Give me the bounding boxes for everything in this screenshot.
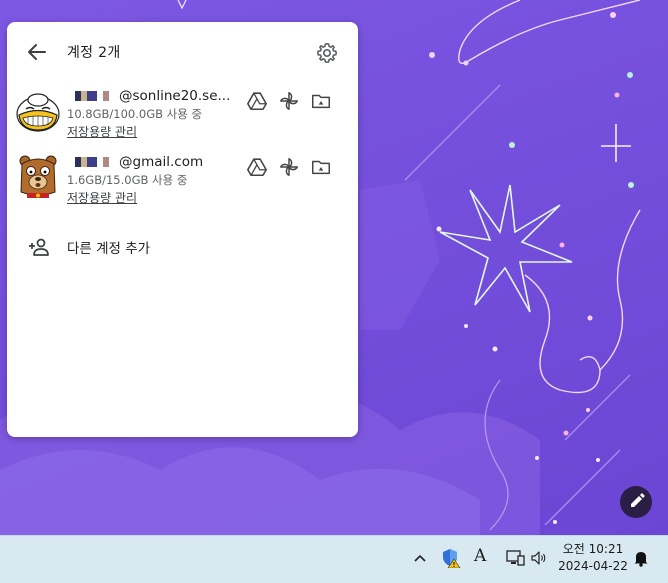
panel-title: 계정 2개 bbox=[67, 45, 121, 61]
drive-icon bbox=[247, 158, 267, 177]
speaker-icon bbox=[531, 551, 546, 565]
security-warning-button[interactable] bbox=[441, 548, 461, 569]
drive-button[interactable] bbox=[246, 90, 268, 112]
drive-icon bbox=[247, 92, 267, 111]
redacted-username bbox=[67, 91, 117, 101]
network-icon bbox=[506, 550, 525, 566]
bear-avatar-icon bbox=[17, 154, 67, 204]
taskbar: A 오전 10:21 2024-04-22 bbox=[0, 535, 668, 583]
account-panel: 계정 2개 @sonline20.se... 10.8GB/100.0GB 사용… bbox=[7, 22, 358, 437]
add-account-button[interactable]: 다른 계정 추가 bbox=[7, 227, 358, 263]
account-item-2[interactable]: @gmail.com 1.6GB/15.0GB 사용 중 저장용량 관리 bbox=[7, 154, 358, 218]
clock-time: 오전 10:21 bbox=[562, 542, 624, 556]
drive-button[interactable] bbox=[246, 156, 268, 178]
taskbar-clock[interactable]: 오전 10:21 2024-04-22 bbox=[556, 541, 630, 575]
pencil-icon bbox=[631, 493, 645, 507]
clock-date: 2024-04-22 bbox=[558, 559, 628, 573]
photos-button[interactable] bbox=[278, 90, 300, 112]
folder-button[interactable] bbox=[310, 156, 332, 178]
account-email-domain: @gmail.com bbox=[119, 154, 204, 170]
folder-icon bbox=[312, 94, 330, 109]
account-email-domain: @sonline20.se... bbox=[119, 88, 231, 104]
storage-usage: 1.6GB/15.0GB 사용 중 bbox=[67, 173, 188, 187]
storage-usage: 10.8GB/100.0GB 사용 중 bbox=[67, 107, 203, 121]
account-email: @sonline20.se... bbox=[67, 88, 237, 104]
back-button[interactable] bbox=[25, 40, 49, 64]
pinwheel-icon bbox=[280, 92, 298, 110]
edit-fab-button[interactable] bbox=[620, 486, 652, 518]
account-email: @gmail.com bbox=[67, 154, 237, 170]
add-person-icon bbox=[27, 235, 51, 259]
shield-warning-icon bbox=[443, 549, 461, 569]
show-hidden-icons-button[interactable] bbox=[410, 548, 430, 568]
manage-storage-link[interactable]: 저장용량 관리 bbox=[67, 189, 137, 206]
notifications-button[interactable] bbox=[631, 548, 651, 568]
arrow-left-icon bbox=[28, 44, 46, 60]
panel-header: 계정 2개 bbox=[7, 22, 358, 82]
chevron-up-icon bbox=[414, 554, 426, 562]
manage-storage-link[interactable]: 저장용량 관리 bbox=[67, 123, 137, 140]
settings-button[interactable] bbox=[316, 42, 338, 64]
add-account-label: 다른 계정 추가 bbox=[67, 241, 151, 257]
photos-button[interactable] bbox=[278, 156, 300, 178]
pinwheel-icon bbox=[280, 158, 298, 176]
account-item-1[interactable]: @sonline20.se... 10.8GB/100.0GB 사용 중 저장용… bbox=[7, 88, 358, 152]
ime-mode-indicator[interactable]: A bbox=[474, 546, 486, 566]
folder-button[interactable] bbox=[310, 90, 332, 112]
gear-icon bbox=[317, 43, 337, 63]
duck-avatar-icon bbox=[13, 88, 63, 138]
bell-icon bbox=[634, 552, 648, 567]
redacted-username bbox=[67, 157, 117, 167]
network-button[interactable] bbox=[505, 548, 525, 568]
volume-button[interactable] bbox=[529, 548, 549, 568]
folder-icon bbox=[312, 160, 330, 175]
